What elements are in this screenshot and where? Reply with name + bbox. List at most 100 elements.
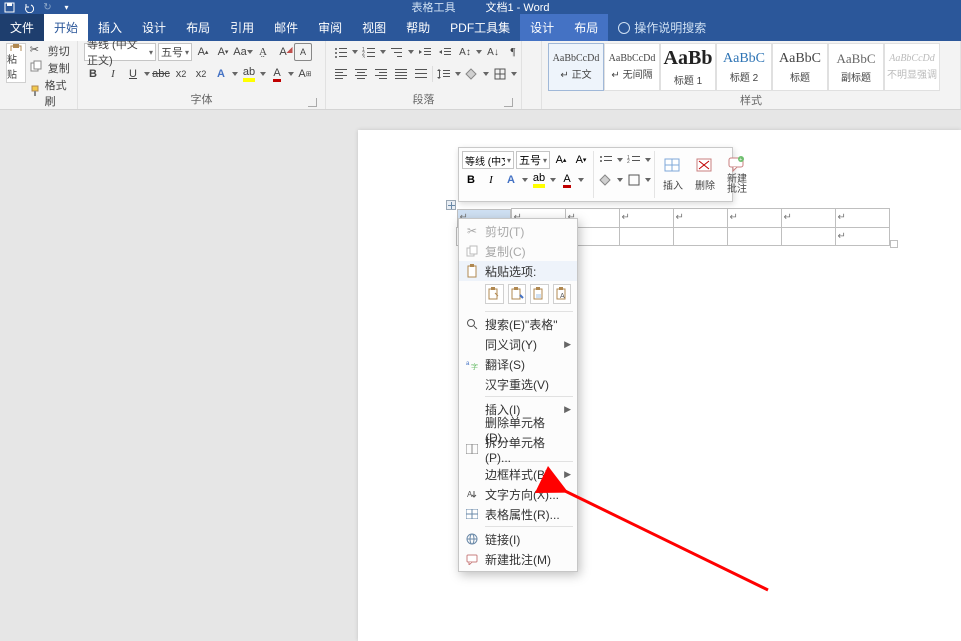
copy-button[interactable]: 复制 bbox=[30, 60, 71, 76]
bold-button[interactable]: B bbox=[84, 65, 102, 83]
mini-borders-button[interactable] bbox=[625, 171, 643, 189]
mini-italic-button[interactable]: I bbox=[482, 171, 500, 189]
mini-font-name-select[interactable]: 等线 (中文▾ bbox=[462, 151, 514, 169]
decrease-indent-button[interactable] bbox=[416, 43, 434, 61]
text-effects-more-icon[interactable] bbox=[232, 72, 238, 76]
tab-file[interactable]: 文件 bbox=[0, 14, 44, 41]
mini-text-effects-button[interactable]: A bbox=[502, 171, 520, 189]
font-color-button[interactable]: A bbox=[268, 65, 286, 83]
ctx-translate[interactable]: a字翻译(S) bbox=[459, 354, 577, 374]
mini-bullets-more-icon[interactable] bbox=[617, 158, 623, 162]
tell-me-search[interactable]: 操作说明搜索 bbox=[608, 14, 716, 41]
mini-font-color-more-icon[interactable] bbox=[578, 178, 584, 182]
mini-highlight-button[interactable]: ab bbox=[530, 171, 548, 189]
font-color-more-icon[interactable] bbox=[288, 72, 294, 76]
paste-button[interactable]: 粘贴 bbox=[6, 43, 26, 83]
mini-new-comment-button[interactable]: + 新建 批注 bbox=[722, 151, 752, 198]
tab-table-layout[interactable]: 布局 bbox=[564, 14, 608, 41]
tab-references[interactable]: 引用 bbox=[220, 14, 264, 41]
superscript-button[interactable]: x2 bbox=[192, 65, 210, 83]
highlight-button[interactable]: ab bbox=[240, 65, 258, 83]
underline-more-icon[interactable] bbox=[144, 72, 150, 76]
ctx-text-direction[interactable]: A文字方向(X)... bbox=[459, 484, 577, 504]
tab-mailings[interactable]: 邮件 bbox=[264, 14, 308, 41]
tab-review[interactable]: 审阅 bbox=[308, 14, 352, 41]
mini-shrink-font-button[interactable]: A▾ bbox=[572, 151, 590, 169]
strikethrough-button[interactable]: abc bbox=[152, 65, 170, 83]
subscript-button[interactable]: x2 bbox=[172, 65, 190, 83]
asian-layout-button[interactable]: A↕ bbox=[456, 43, 474, 61]
line-spacing-button[interactable] bbox=[435, 65, 453, 83]
ctx-search[interactable]: 搜索(E)"表格" bbox=[459, 314, 577, 334]
mini-font-color-button[interactable]: A bbox=[558, 171, 576, 189]
style-heading1[interactable]: AaBb标题 1 bbox=[660, 43, 716, 91]
mini-borders-more-icon[interactable] bbox=[645, 178, 651, 182]
mini-numbering-more-icon[interactable] bbox=[645, 158, 651, 162]
borders-button[interactable] bbox=[491, 65, 509, 83]
style-no-spacing[interactable]: AaBbCcDd↵ 无间隔 bbox=[604, 43, 660, 91]
change-case-button[interactable]: Aa bbox=[234, 43, 252, 61]
paste-merge-button[interactable] bbox=[508, 284, 527, 304]
phonetic-guide-button[interactable]: A̤ bbox=[254, 43, 272, 61]
clear-formatting-button[interactable]: A◢ bbox=[274, 43, 292, 61]
mini-bullets-button[interactable] bbox=[597, 151, 615, 169]
ctx-reconvert[interactable]: 汉字重选(V) bbox=[459, 374, 577, 394]
underline-button[interactable]: U bbox=[124, 65, 142, 83]
font-size-select[interactable]: 五号▾ bbox=[158, 43, 192, 61]
ctx-synonyms[interactable]: 同义词(Y)▶ bbox=[459, 334, 577, 354]
mini-bold-button[interactable]: B bbox=[462, 171, 480, 189]
undo-icon[interactable] bbox=[23, 2, 34, 13]
text-effects-button[interactable]: A bbox=[212, 65, 230, 83]
multilevel-list-button[interactable] bbox=[388, 43, 406, 61]
cut-button[interactable]: ✂剪切 bbox=[30, 43, 71, 59]
styles-gallery[interactable]: AaBbCcDd↵ 正文 AaBbCcDd↵ 无间隔 AaBb标题 1 AaBb… bbox=[548, 43, 940, 91]
tab-view[interactable]: 视图 bbox=[352, 14, 396, 41]
align-left-button[interactable] bbox=[332, 65, 350, 83]
highlight-more-icon[interactable] bbox=[260, 72, 266, 76]
tab-insert[interactable]: 插入 bbox=[88, 14, 132, 41]
paste-text-only-button[interactable]: A bbox=[553, 284, 572, 304]
mini-delete-button[interactable]: 删除 bbox=[690, 151, 720, 198]
paste-picture-button[interactable] bbox=[530, 284, 549, 304]
save-icon[interactable] bbox=[4, 2, 15, 13]
borders-more-icon[interactable] bbox=[511, 72, 517, 76]
enclose-characters-button[interactable]: A bbox=[294, 43, 312, 61]
character-shading-button[interactable]: A⊞ bbox=[296, 65, 314, 83]
sort-button[interactable]: A↓ bbox=[484, 43, 502, 61]
tab-pdf-tools[interactable]: PDF工具集 bbox=[440, 14, 520, 41]
ctx-split-cells[interactable]: 拆分单元格(P)... bbox=[459, 439, 577, 459]
style-normal[interactable]: AaBbCcDd↵ 正文 bbox=[548, 43, 604, 91]
align-justify-button[interactable] bbox=[392, 65, 410, 83]
style-title[interactable]: AaBbC标题 bbox=[772, 43, 828, 91]
shading-button[interactable] bbox=[463, 65, 481, 83]
grow-font-button[interactable]: A▴ bbox=[194, 43, 212, 61]
mini-highlight-more-icon[interactable] bbox=[550, 178, 556, 182]
format-painter-button[interactable]: 格式刷 bbox=[30, 77, 71, 109]
ctx-border-styles[interactable]: 边框样式(B)▶ bbox=[459, 464, 577, 484]
align-distributed-button[interactable] bbox=[412, 65, 430, 83]
redo-icon[interactable]: ↻ bbox=[42, 2, 53, 13]
qat-more-icon[interactable]: ▾ bbox=[61, 2, 72, 13]
ctx-link[interactable]: 链接(I) bbox=[459, 529, 577, 549]
shrink-font-button[interactable]: A▾ bbox=[214, 43, 232, 61]
align-right-button[interactable] bbox=[372, 65, 390, 83]
tab-layout[interactable]: 布局 bbox=[176, 14, 220, 41]
tab-table-design[interactable]: 设计 bbox=[520, 14, 564, 41]
paste-keep-source-button[interactable] bbox=[485, 284, 504, 304]
mini-insert-button[interactable]: 插入 bbox=[658, 151, 688, 198]
mini-font-size-select[interactable]: 五号▾ bbox=[516, 151, 550, 169]
shading-more-icon[interactable] bbox=[483, 72, 489, 76]
mini-shading-button[interactable] bbox=[597, 171, 615, 189]
page[interactable]: ↵ ↵↵↵↵↵↵↵ ↵ 等线 (中文▾ 五号▾ A▴ A▾ B I A bbox=[358, 130, 961, 641]
increase-indent-button[interactable] bbox=[436, 43, 454, 61]
numbering-button[interactable]: 123 bbox=[360, 43, 378, 61]
bullets-button[interactable] bbox=[332, 43, 350, 61]
paragraph-launcher-icon[interactable] bbox=[504, 98, 513, 107]
tab-design[interactable]: 设计 bbox=[132, 14, 176, 41]
mini-shading-more-icon[interactable] bbox=[617, 178, 623, 182]
italic-button[interactable]: I bbox=[104, 65, 122, 83]
table-resize-handle-icon[interactable] bbox=[890, 240, 898, 248]
ctx-table-properties[interactable]: 表格属性(R)... bbox=[459, 504, 577, 524]
tab-home[interactable]: 开始 bbox=[44, 14, 88, 41]
tab-help[interactable]: 帮助 bbox=[396, 14, 440, 41]
